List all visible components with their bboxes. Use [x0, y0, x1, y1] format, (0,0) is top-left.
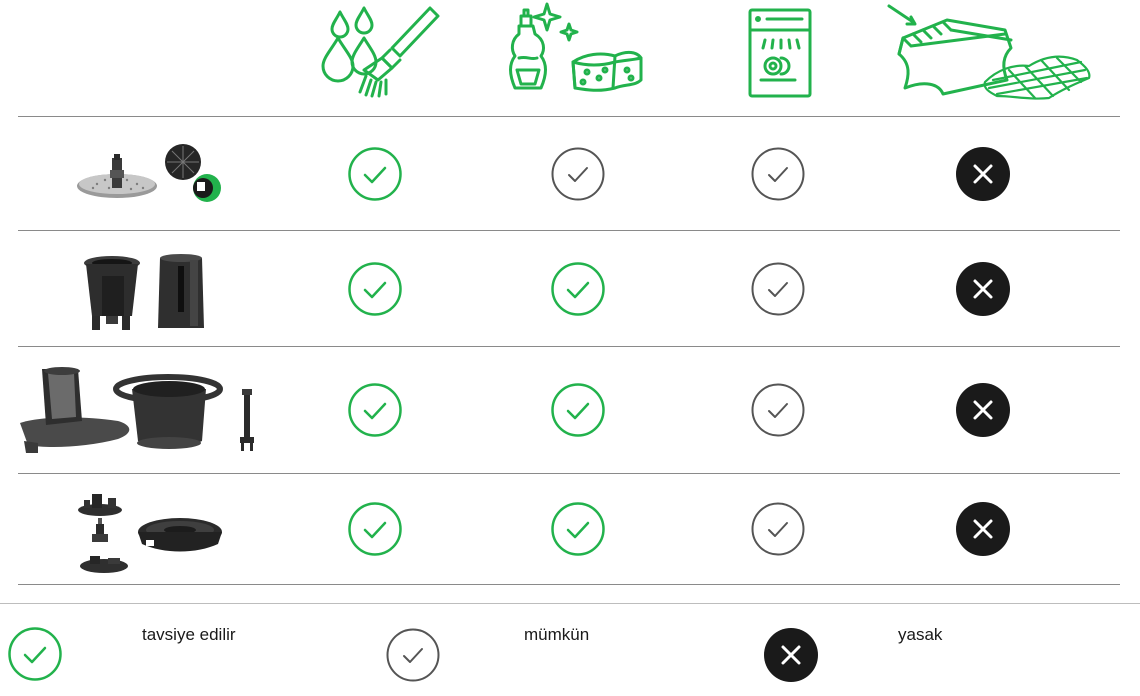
possible-check-icon [551, 147, 605, 200]
table-row [0, 347, 1140, 473]
spiralizer-inserts-icon [84, 254, 204, 330]
water-and-brush-icon [321, 6, 440, 98]
detergent-and-sponge-icon [509, 2, 643, 92]
legend-divider [0, 603, 1140, 604]
forbidden-cross-icon [956, 502, 1010, 556]
recommended-check-icon [348, 502, 402, 556]
forbidden-cross-icon [956, 261, 1010, 316]
recommended-check-icon [551, 261, 605, 316]
recommended-check-icon [8, 627, 62, 681]
forbidden-cross-icon [956, 146, 1010, 201]
slicing-disc-icon [77, 144, 221, 202]
legend-possible-label: mümkün [524, 625, 590, 644]
legend-recommended-label: tavsiye edilir [142, 625, 236, 644]
possible-check-icon [751, 147, 805, 200]
abrasive-sponge-and-scourer-icon [887, 4, 1091, 100]
dishwasher-icon [748, 8, 812, 98]
legend-forbidden-label: yasak [898, 625, 943, 644]
possible-check-icon [751, 502, 805, 556]
possible-check-icon [386, 628, 440, 682]
recommended-check-icon [348, 146, 402, 201]
table-row [0, 231, 1140, 346]
recommended-check-icon [348, 261, 402, 316]
blade-parts-and-lid-ring-icon [78, 494, 222, 573]
row-divider [18, 584, 1120, 585]
table-row [0, 117, 1140, 230]
recommended-check-icon [551, 502, 605, 556]
recommended-check-icon [551, 383, 605, 437]
possible-check-icon [751, 262, 805, 315]
recommended-check-icon [348, 383, 402, 437]
table-row [0, 474, 1140, 584]
possible-check-icon [751, 383, 805, 437]
lid-bowl-and-shaft-icon [20, 367, 254, 453]
forbidden-cross-icon [764, 628, 818, 682]
forbidden-cross-icon [956, 383, 1010, 437]
